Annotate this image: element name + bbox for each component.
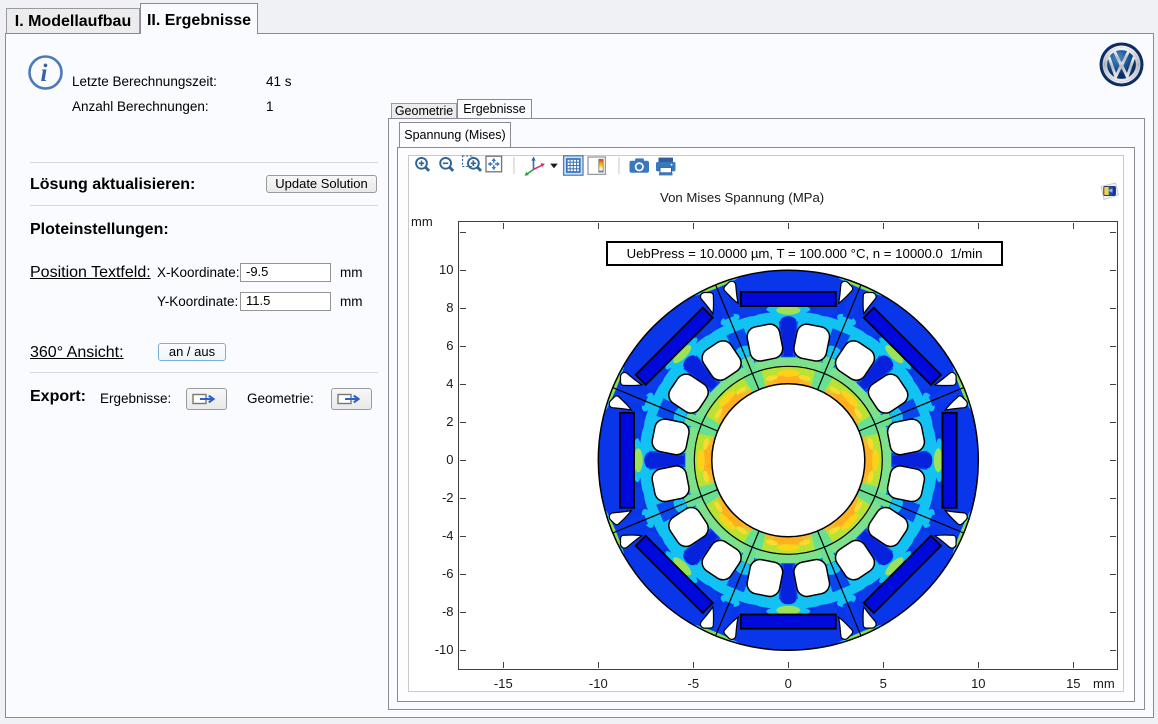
svg-text:i: i bbox=[41, 60, 48, 87]
